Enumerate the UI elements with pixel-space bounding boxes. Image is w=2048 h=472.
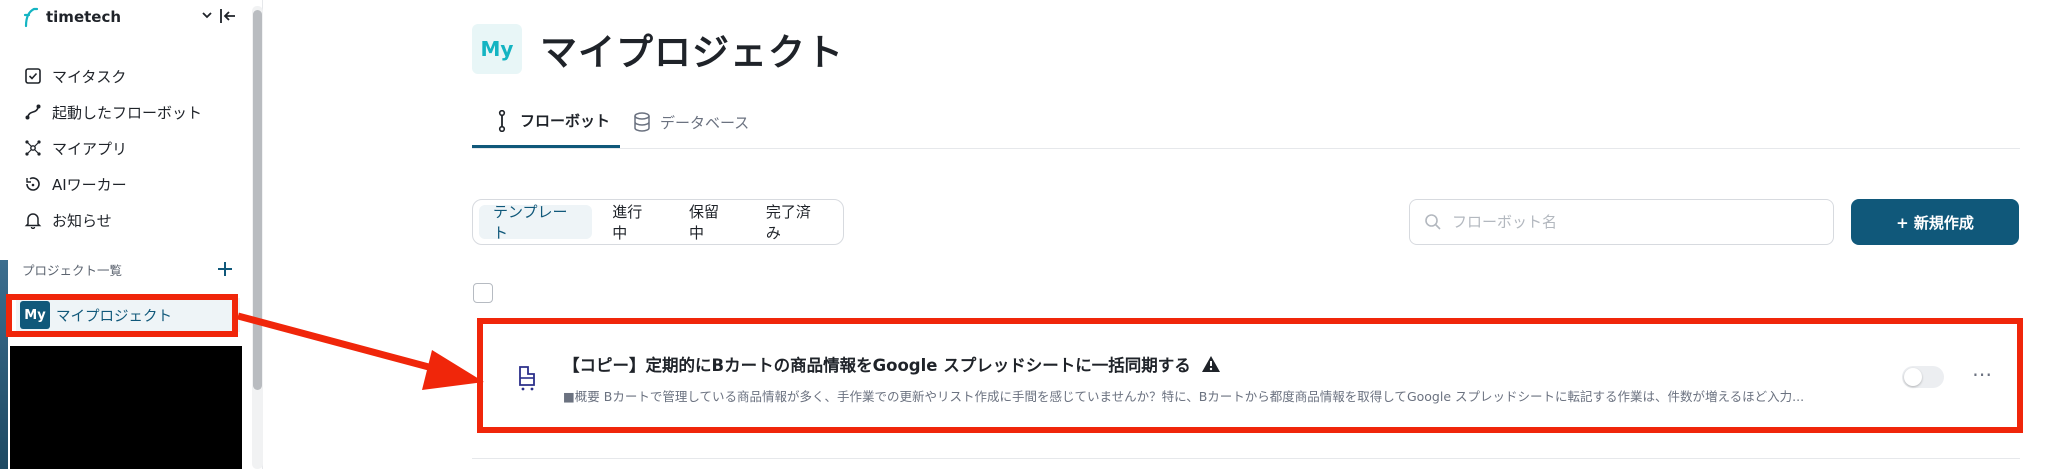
annotation-arrow-icon bbox=[237, 312, 484, 390]
